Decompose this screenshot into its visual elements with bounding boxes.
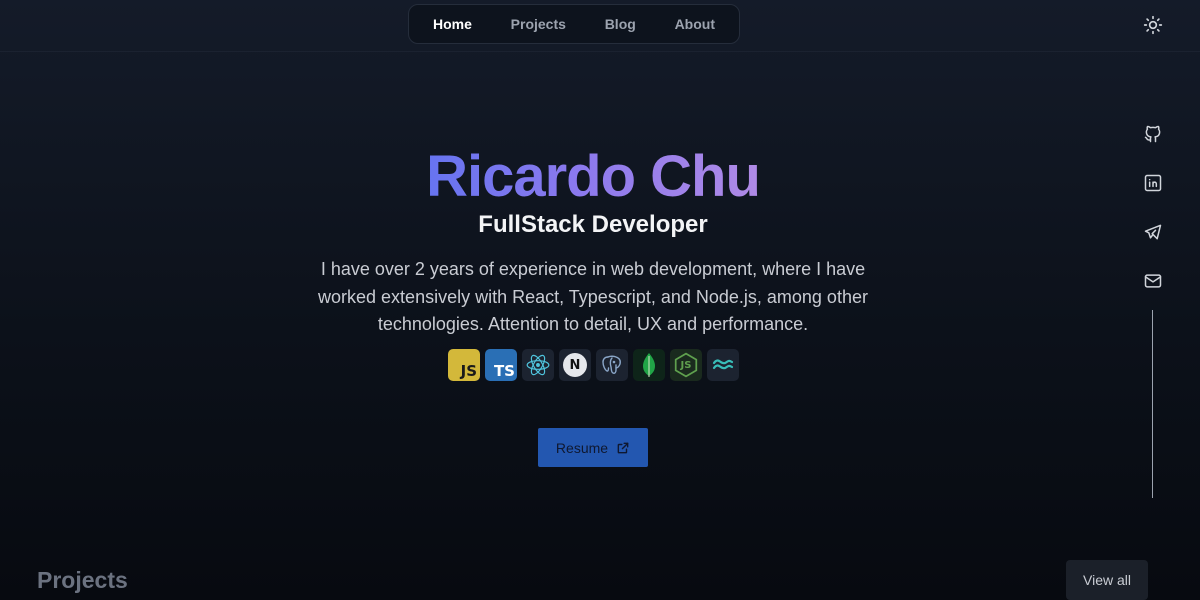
main-nav: Home Projects Blog About	[408, 4, 740, 44]
tailwind-icon	[707, 349, 739, 381]
projects-section-title: Projects	[37, 567, 128, 593]
postgresql-icon	[596, 349, 628, 381]
react-icon	[522, 349, 554, 381]
nextjs-icon: N	[559, 349, 591, 381]
tech-stack: JS TS N JS	[448, 349, 739, 381]
view-all-button[interactable]: View all	[1066, 560, 1148, 600]
nav-link-blog[interactable]: Blog	[605, 16, 636, 32]
page: Home Projects Blog About Ricardo Chu Ful…	[0, 0, 1200, 600]
hero-name: Ricardo Chu	[0, 143, 1186, 211]
hero-role: FullStack Developer	[478, 211, 708, 238]
external-link-icon	[617, 442, 629, 453]
mongodb-icon	[633, 349, 665, 381]
nextjs-icon-text: N	[569, 357, 581, 373]
resume-button-label: Resume	[555, 439, 609, 456]
nav-link-home[interactable]: Home	[433, 16, 472, 32]
nav-link-projects[interactable]: Projects	[511, 16, 566, 32]
hero-name-text: Ricardo Chu	[426, 144, 761, 209]
javascript-icon-text: JS	[460, 362, 477, 380]
mail-link[interactable]	[1141, 269, 1165, 293]
typescript-icon: TS	[485, 349, 517, 381]
hero-bio: I have over 2 years of experience in web…	[318, 259, 868, 334]
nodejs-icon-text: JS	[680, 359, 692, 371]
nodejs-icon: JS	[670, 349, 702, 381]
theme-toggle-button[interactable]	[1141, 13, 1165, 37]
github-icon	[1144, 125, 1161, 143]
resume-button[interactable]: Resume	[538, 428, 648, 467]
header: Home Projects Blog About	[0, 0, 1200, 52]
social-divider-line	[1152, 310, 1153, 498]
typescript-icon-text: TS	[493, 362, 515, 380]
javascript-icon: JS	[448, 349, 480, 381]
nav-link-about[interactable]: About	[675, 16, 715, 32]
sun-icon	[1143, 15, 1163, 35]
mail-icon	[1144, 274, 1162, 288]
